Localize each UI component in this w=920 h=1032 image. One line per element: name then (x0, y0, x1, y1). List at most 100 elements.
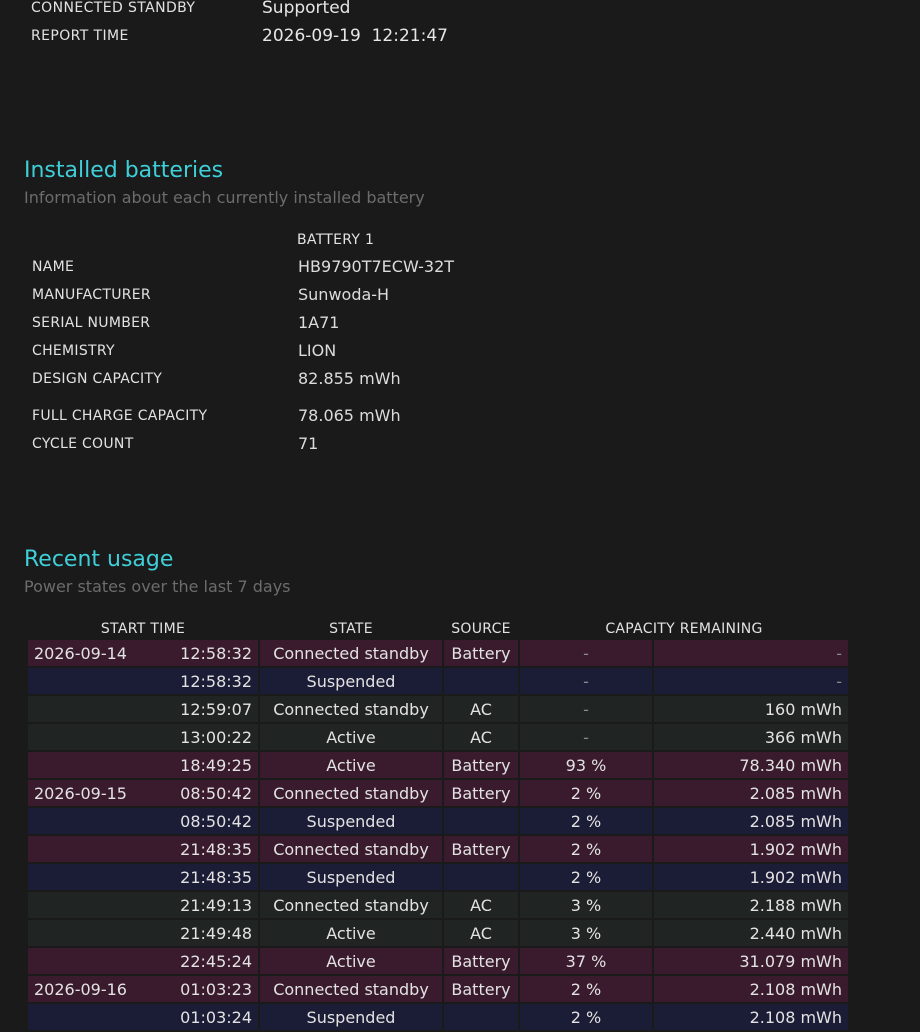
capacity-mwh-cell: 366 mWh (654, 724, 848, 752)
table-row: 2026-09-14 12:58:32 Connected standby Batte… (28, 640, 848, 668)
battery-cycle-count-value: 71 (298, 434, 319, 453)
capacity-mwh-cell: 2.108 mWh (654, 1004, 848, 1032)
battery-cycle-count-label: CYCLE COUNT (32, 436, 134, 452)
start-time-cell: 13:00:22 (28, 724, 258, 752)
capacity-percent-cell: 2 % (520, 836, 652, 864)
capacity-mwh-cell: 1.902 mWh (654, 864, 848, 892)
state-cell: Connected standby (260, 780, 442, 808)
battery-manufacturer-value: Sunwoda-H (298, 285, 390, 304)
start-time-cell: 2026-09-16 01:03:23 (28, 976, 258, 1004)
table-row: 2026-09-16 01:03:23 Connected standby Batte… (28, 976, 848, 1004)
state-cell: Connected standby (260, 836, 442, 864)
header-source: SOURCE (451, 621, 511, 637)
table-row: 21:48:35 Connected standby Battery 2 % 1.902… (28, 836, 848, 864)
battery-chemistry-value: LION (298, 341, 337, 360)
start-time-cell: 01:03:24 (28, 1004, 258, 1032)
state-cell: Suspended (260, 864, 442, 892)
state-cell: Active (260, 724, 442, 752)
capacity-percent-cell: 2 % (520, 780, 652, 808)
capacity-percent-cell: - (520, 696, 652, 724)
start-time-cell: 12:59:07 (28, 696, 258, 724)
battery-manufacturer-label: MANUFACTURER (32, 287, 151, 303)
start-time: 08:50:42 (180, 811, 252, 831)
capacity-mwh-cell: 2.188 mWh (654, 892, 848, 920)
capacity-percent-cell: - (520, 640, 652, 668)
capacity-mwh-cell: 78.340 mWh (654, 752, 848, 780)
source-cell (444, 1004, 518, 1032)
state-cell: Suspended (260, 808, 442, 836)
table-row: 21:49:48 Active AC 3 % 2.440 mWh (28, 920, 848, 948)
start-time: 12:58:32 (180, 671, 252, 691)
battery-serial-value: 1A71 (298, 313, 340, 332)
table-row: 12:59:07 Connected standby AC -160 mWh (28, 696, 848, 724)
start-time-cell: 21:49:13 (28, 892, 258, 920)
start-time: 21:49:48 (180, 923, 252, 943)
capacity-percent-cell: 2 % (520, 976, 652, 1004)
capacity-mwh-cell: 2.085 mWh (654, 808, 848, 836)
source-cell: Battery (444, 640, 518, 668)
battery-name-label: NAME (32, 259, 75, 275)
capacity-mwh-cell: 1.902 mWh (654, 836, 848, 864)
start-time-cell: 21:49:48 (28, 920, 258, 948)
source-cell: Battery (444, 948, 518, 976)
report-time-value: 2026-09-19 12:21:47 (262, 26, 448, 46)
start-date: 2026-09-15 (34, 783, 127, 803)
capacity-mwh-cell: 2.085 mWh (654, 780, 848, 808)
source-cell: AC (444, 724, 518, 752)
start-time-cell: 18:49:25 (28, 752, 258, 780)
source-cell: Battery (444, 780, 518, 808)
battery-design-capacity-label: DESIGN CAPACITY (32, 371, 163, 387)
state-cell: Suspended (260, 668, 442, 696)
capacity-percent-cell: 3 % (520, 920, 652, 948)
start-time: 12:58:32 (180, 643, 252, 663)
battery-full-charge-label: FULL CHARGE CAPACITY (32, 408, 208, 424)
start-time: 21:49:13 (180, 895, 252, 915)
capacity-percent-cell: - (520, 724, 652, 752)
state-cell: Connected standby (260, 640, 442, 668)
installed-batteries-heading: Installed batteries (24, 158, 224, 183)
start-time: 12:59:07 (180, 699, 252, 719)
capacity-percent-cell: 2 % (520, 1004, 652, 1032)
state-cell: Connected standby (260, 976, 442, 1004)
recent-usage-table: START TIME STATE SOURCE CAPACITY REMAINI… (26, 618, 850, 1032)
state-cell: Suspended (260, 1004, 442, 1032)
start-time-cell: 2026-09-14 12:58:32 (28, 640, 258, 668)
capacity-mwh-cell: 31.079 mWh (654, 948, 848, 976)
usage-header-row: START TIME STATE SOURCE CAPACITY REMAINI… (28, 618, 848, 640)
start-time: 18:49:25 (180, 755, 252, 775)
table-row: 13:00:22 Active AC -366 mWh (28, 724, 848, 752)
state-cell: Active (260, 920, 442, 948)
table-row: 21:48:35 Suspended 2 % 1.902 mWh (28, 864, 848, 892)
start-time-cell: 21:48:35 (28, 836, 258, 864)
source-cell: AC (444, 696, 518, 724)
recent-usage-heading: Recent usage (24, 547, 174, 572)
start-time: 13:00:22 (180, 727, 252, 747)
start-time-cell: 12:58:32 (28, 668, 258, 696)
state-cell: Connected standby (260, 696, 442, 724)
battery-serial-label: SERIAL NUMBER (32, 315, 151, 331)
state-cell: Connected standby (260, 892, 442, 920)
start-time-cell: 08:50:42 (28, 808, 258, 836)
source-cell (444, 668, 518, 696)
start-time: 01:03:23 (180, 979, 252, 999)
capacity-percent-cell: 2 % (520, 808, 652, 836)
start-time-cell: 21:48:35 (28, 864, 258, 892)
source-cell: Battery (444, 836, 518, 864)
table-row: 18:49:25 Active Battery 93 % 78.340 mWh (28, 752, 848, 780)
capacity-mwh-cell: - (654, 640, 848, 668)
capacity-percent-cell: 37 % (520, 948, 652, 976)
capacity-percent-cell: 3 % (520, 892, 652, 920)
capacity-percent-cell: - (520, 668, 652, 696)
battery-full-charge-value: 78.065 mWh (298, 406, 401, 425)
source-cell: Battery (444, 976, 518, 1004)
capacity-mwh-cell: 2.108 mWh (654, 976, 848, 1004)
capacity-percent-cell: 2 % (520, 864, 652, 892)
start-date: 2026-09-16 (34, 979, 127, 999)
capacity-mwh-cell: 2.440 mWh (654, 920, 848, 948)
table-row: 22:45:24 Active Battery 37 % 31.079 mWh (28, 948, 848, 976)
report-time-label: REPORT TIME (31, 28, 129, 44)
installed-batteries-subtitle: Information about each currently install… (24, 188, 425, 207)
source-cell (444, 808, 518, 836)
battery-name-value: HB9790T7ECW-32T (298, 257, 455, 276)
start-time: 08:50:42 (180, 783, 252, 803)
